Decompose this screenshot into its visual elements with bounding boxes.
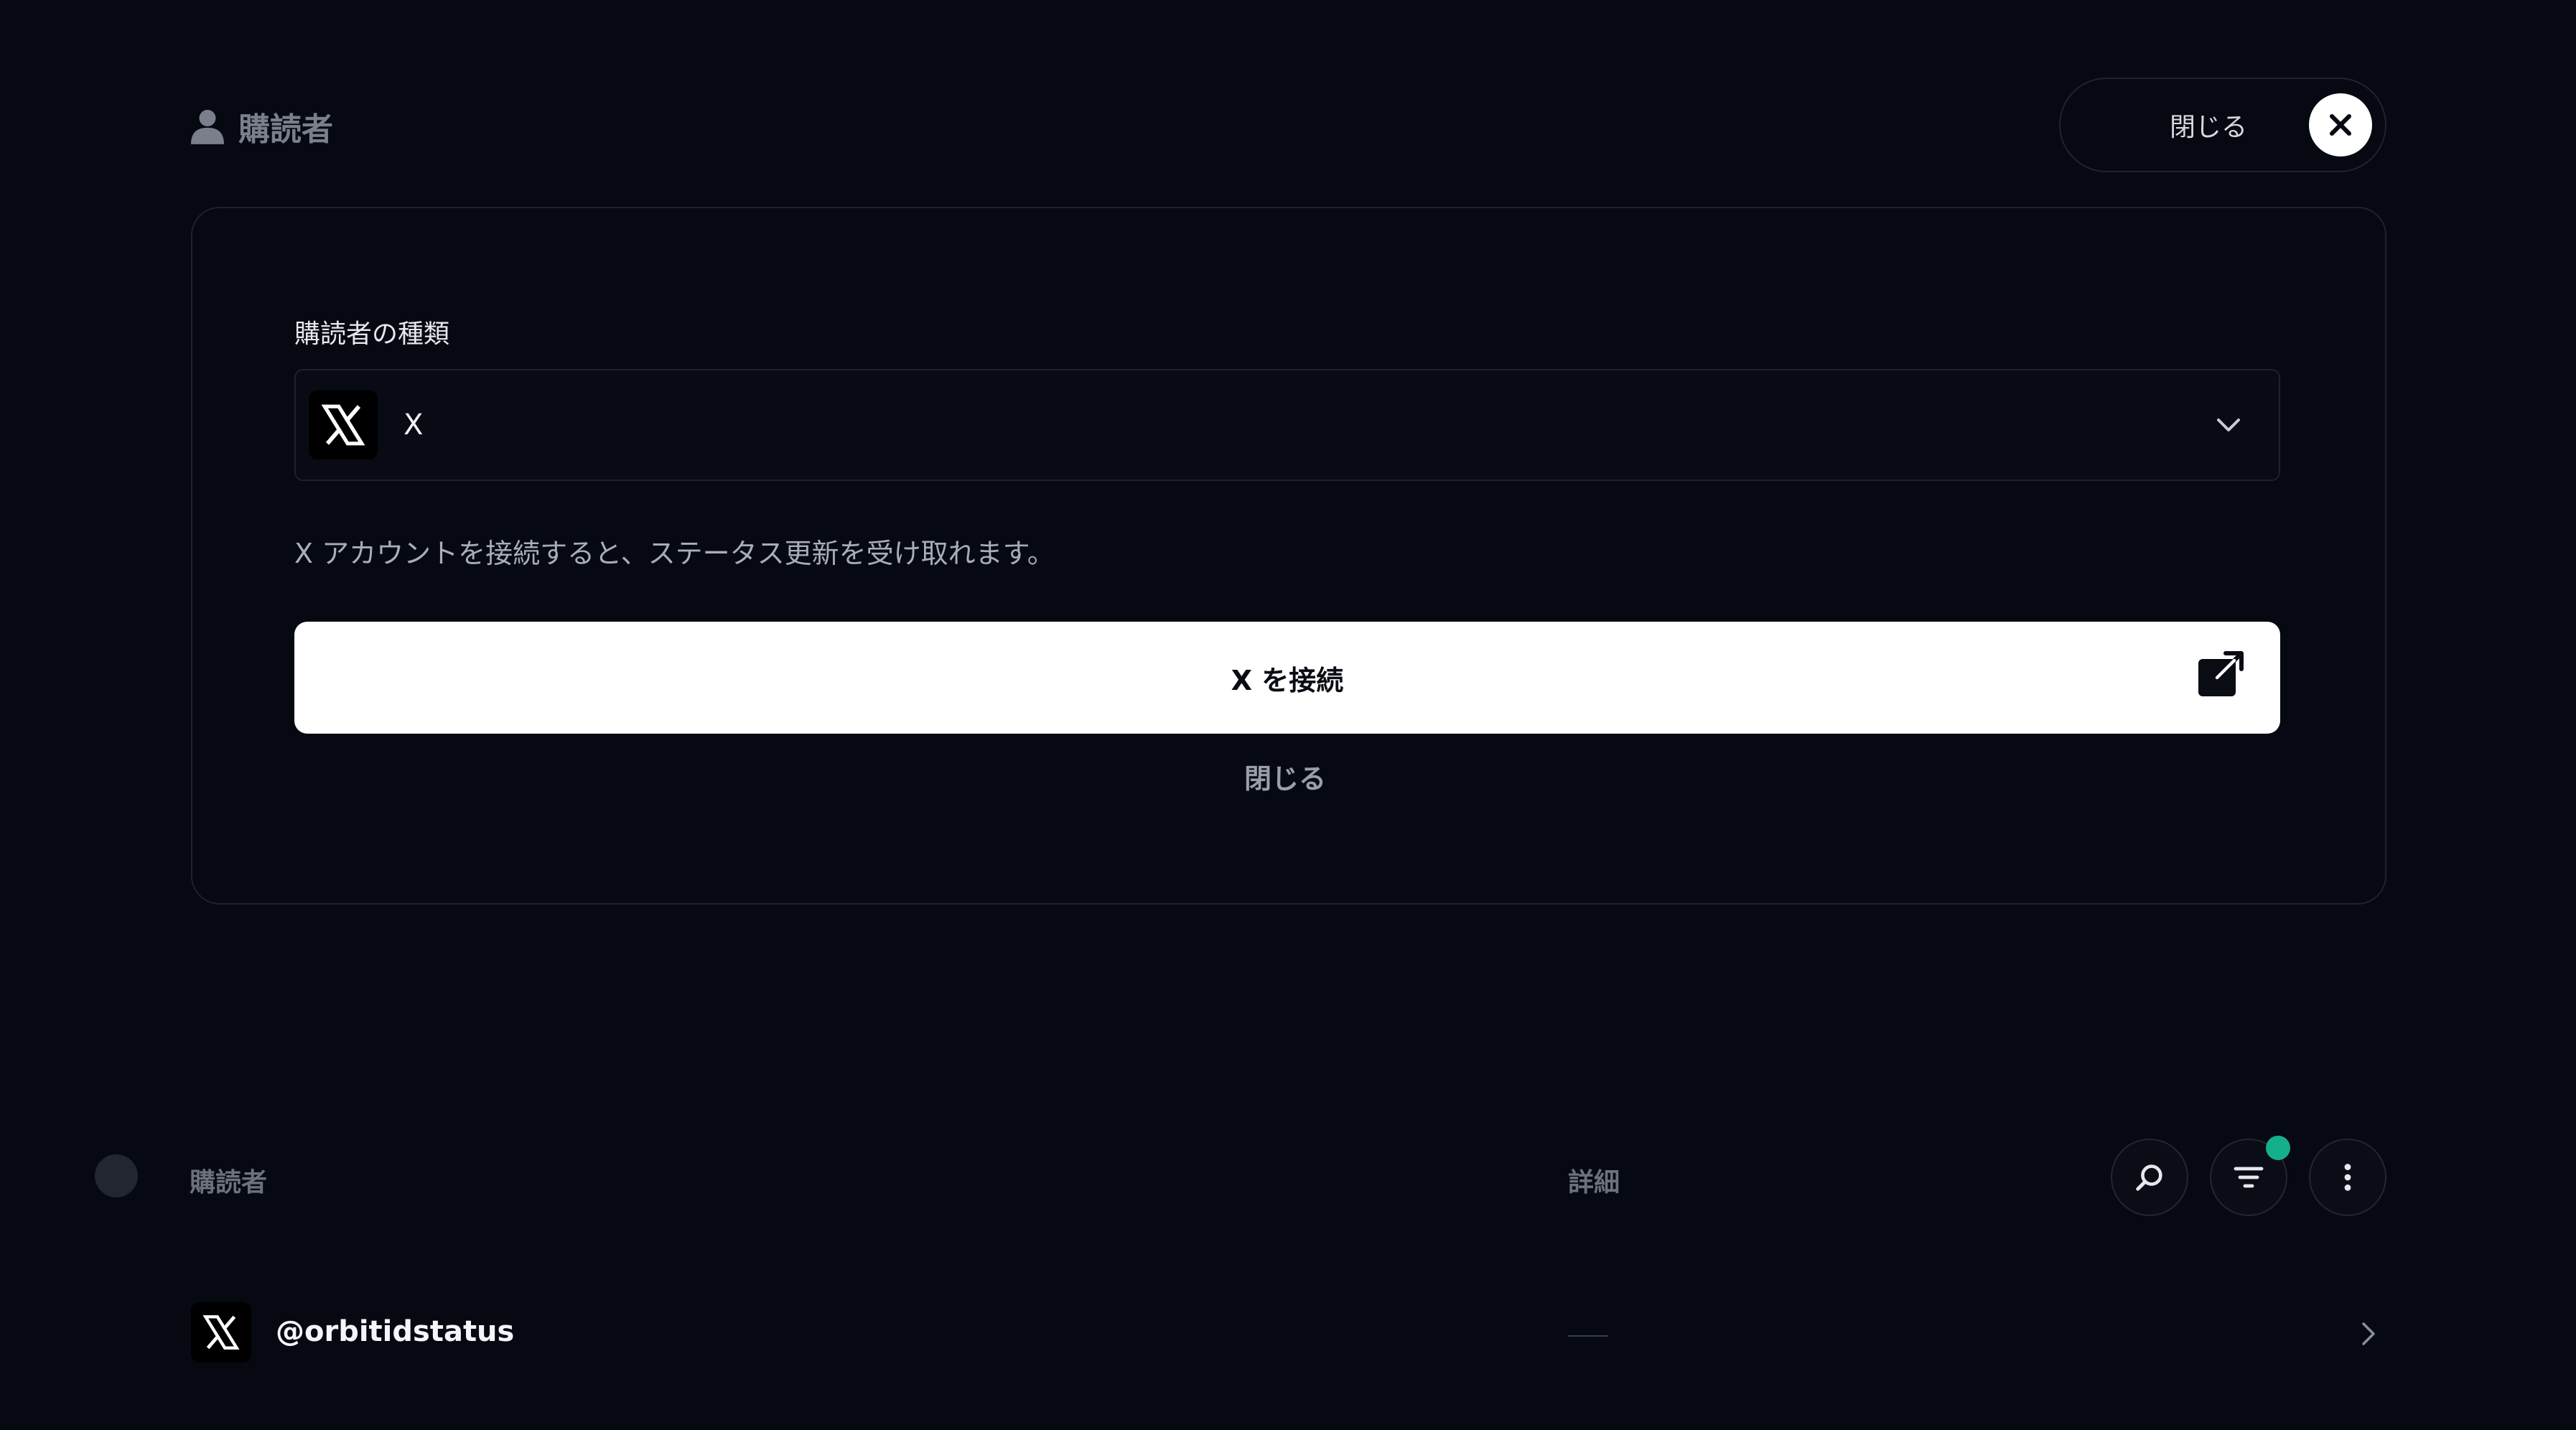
connect-x-button[interactable]: X を接続 <box>294 622 2280 734</box>
details-empty-dash <box>1568 1335 1608 1337</box>
subscriber-type-value: X <box>403 408 424 441</box>
page-title: 購読者 <box>191 105 333 148</box>
subscriber-handle: @orbitidstatus <box>276 1315 515 1348</box>
close-panel-button[interactable]: 閉じる <box>2059 78 2386 172</box>
page-title-text: 購読者 <box>238 111 333 148</box>
x-logo-icon <box>309 391 378 459</box>
chevron-right-icon[interactable] <box>2355 1318 2381 1352</box>
active-filter-badge <box>2266 1136 2290 1160</box>
x-logo-icon <box>191 1302 251 1363</box>
user-icon <box>191 110 224 144</box>
search-icon <box>2136 1164 2162 1191</box>
column-header-subscriber: 購読者 <box>190 1168 268 1197</box>
chevron-down-icon <box>2214 411 2243 442</box>
table-row[interactable]: @orbitidstatus <box>0 1296 2576 1371</box>
filter-icon <box>2234 1167 2264 1188</box>
more-vertical-icon <box>2344 1164 2351 1191</box>
close-link[interactable]: 閉じる <box>1077 757 1493 796</box>
subscriber-type-label: 購読者の種類 <box>294 319 450 349</box>
more-options-button[interactable] <box>2309 1139 2386 1216</box>
close-panel-label: 閉じる <box>2169 113 2247 142</box>
connect-x-label: X を接続 <box>1231 664 1344 696</box>
select-all-indicator[interactable] <box>95 1154 138 1197</box>
search-button[interactable] <box>2111 1139 2188 1216</box>
subscribers-page: 購読者 閉じる 購読者の種類 X X アカウントを接続すると、ステータス更新を受… <box>0 0 2576 1430</box>
external-link-icon <box>2197 649 2246 701</box>
helper-text: X アカウントを接続すると、ステータス更新を受け取れます。 <box>294 538 1055 569</box>
column-header-details: 詳細 <box>1568 1168 1620 1197</box>
close-icon[interactable] <box>2309 93 2372 156</box>
subscriber-type-select[interactable]: X <box>294 369 2280 481</box>
